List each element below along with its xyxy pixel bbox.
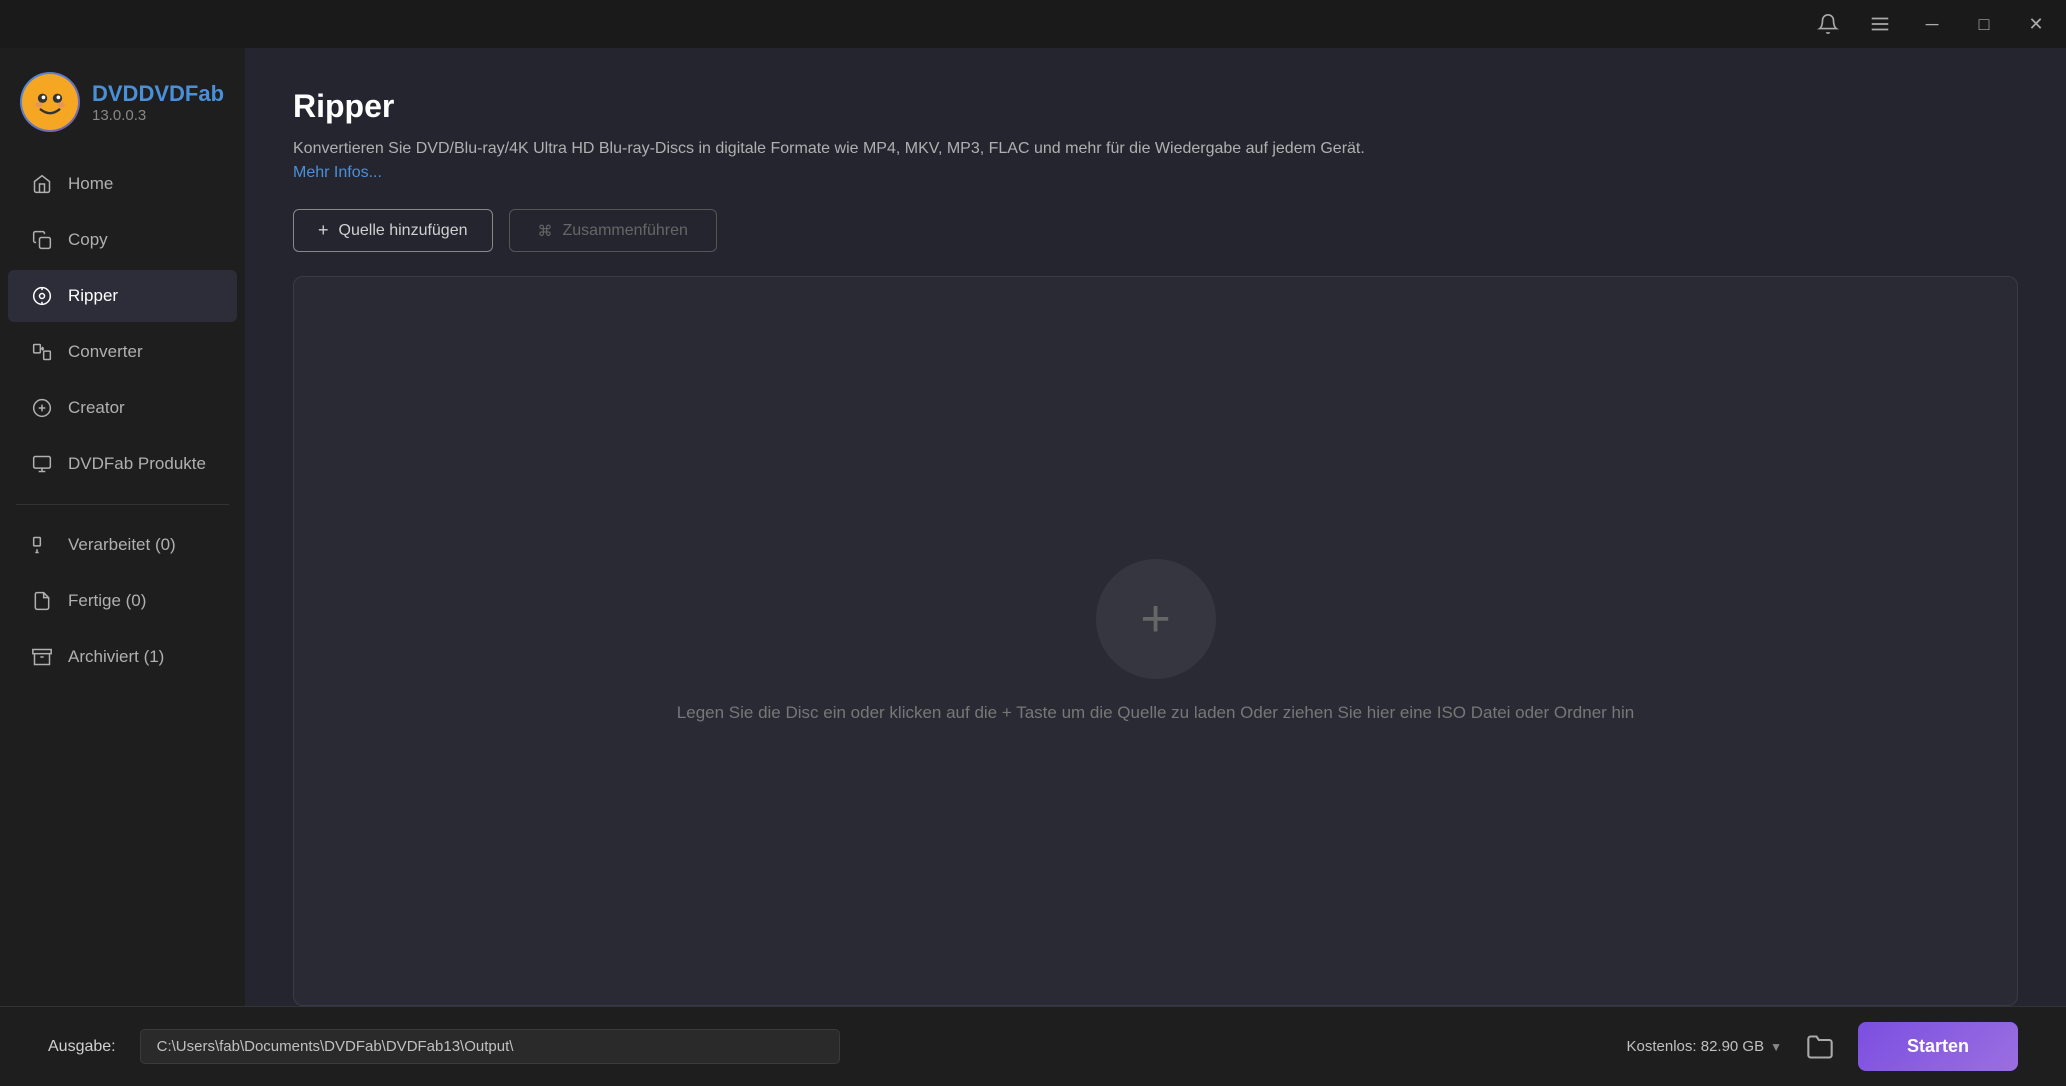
finished-icon bbox=[30, 589, 54, 613]
content-area: Ripper Konvertieren Sie DVD/Blu-ray/4K U… bbox=[245, 48, 2066, 1006]
sidebar-item-label: Ripper bbox=[68, 286, 118, 306]
merge-icon: ⌘ bbox=[538, 222, 553, 240]
titlebar: ─ □ ✕ bbox=[0, 0, 2066, 48]
sidebar-item-creator[interactable]: Creator bbox=[8, 382, 237, 434]
folder-button[interactable] bbox=[1802, 1029, 1838, 1065]
drop-plus-icon: + bbox=[1140, 593, 1170, 645]
maximize-button[interactable]: □ bbox=[1970, 10, 1998, 38]
logo-text: DVDDVDFab 13.0.0.3 bbox=[92, 81, 224, 124]
products-icon bbox=[30, 452, 54, 476]
app-logo: DVDDVDFab 13.0.0.3 bbox=[0, 56, 245, 156]
sidebar-item-converter[interactable]: Converter bbox=[8, 326, 237, 378]
sidebar-item-dvdfab-produkte[interactable]: DVDFab Produkte bbox=[8, 438, 237, 490]
drop-hint-text: Legen Sie die Disc ein oder klicken auf … bbox=[677, 703, 1634, 723]
merge-button[interactable]: ⌘ Zusammenführen bbox=[509, 209, 717, 252]
page-description: Konvertieren Sie DVD/Blu-ray/4K Ultra HD… bbox=[293, 137, 1693, 185]
add-source-circle-button[interactable]: + bbox=[1096, 559, 1216, 679]
sidebar-item-fertige[interactable]: Fertige (0) bbox=[8, 575, 237, 627]
window-controls: ─ □ ✕ bbox=[1814, 10, 2050, 38]
add-source-button[interactable]: + Quelle hinzufügen bbox=[293, 209, 493, 252]
output-label: Ausgabe: bbox=[48, 1038, 116, 1056]
sidebar: DVDDVDFab 13.0.0.3 Home bbox=[0, 48, 245, 1006]
start-button[interactable]: Starten bbox=[1858, 1022, 2018, 1071]
sidebar-item-label: Home bbox=[68, 174, 113, 194]
notification-icon[interactable] bbox=[1814, 10, 1842, 38]
brand-name: DVDDVDFab bbox=[92, 81, 224, 107]
sidebar-item-label: Converter bbox=[68, 342, 143, 362]
sidebar-item-label: DVDFab Produkte bbox=[68, 454, 206, 474]
sidebar-item-label: Creator bbox=[68, 398, 125, 418]
sidebar-item-home[interactable]: Home bbox=[8, 158, 237, 210]
menu-icon[interactable] bbox=[1866, 10, 1894, 38]
output-path[interactable]: C:\Users\fab\Documents\DVDFab\DVDFab13\O… bbox=[140, 1029, 840, 1064]
logo-avatar bbox=[20, 72, 80, 132]
action-bar: + Quelle hinzufügen ⌘ Zusammenführen bbox=[293, 209, 2018, 252]
sidebar-item-archiviert[interactable]: Archiviert (1) bbox=[8, 631, 237, 683]
archived-icon bbox=[30, 645, 54, 669]
footer-bar: Ausgabe: C:\Users\fab\Documents\DVDFab\D… bbox=[0, 1006, 2066, 1086]
sidebar-divider bbox=[16, 504, 229, 505]
sidebar-item-label: Copy bbox=[68, 230, 108, 250]
converter-icon bbox=[30, 340, 54, 364]
sidebar-item-label: Fertige (0) bbox=[68, 591, 146, 611]
sidebar-item-copy[interactable]: Copy bbox=[8, 214, 237, 266]
free-space-display: Kostenlos: 82.90 GB ▼ bbox=[1627, 1038, 1782, 1055]
caret-down-icon: ▼ bbox=[1770, 1040, 1782, 1054]
plus-icon: + bbox=[318, 220, 329, 241]
sidebar-item-verarbeitet[interactable]: Verarbeitet (0) bbox=[8, 519, 237, 571]
sidebar-item-label: Archiviert (1) bbox=[68, 647, 164, 667]
sidebar-item-ripper[interactable]: Ripper bbox=[8, 270, 237, 322]
minimize-button[interactable]: ─ bbox=[1918, 10, 1946, 38]
processing-icon bbox=[30, 533, 54, 557]
ripper-icon bbox=[30, 284, 54, 308]
copy-icon bbox=[30, 228, 54, 252]
close-button[interactable]: ✕ bbox=[2022, 10, 2050, 38]
main-layout: DVDDVDFab 13.0.0.3 Home bbox=[0, 48, 2066, 1006]
page-header: Ripper Konvertieren Sie DVD/Blu-ray/4K U… bbox=[293, 88, 2018, 185]
sidebar-bottom-nav: Verarbeitet (0) Fertige (0) bbox=[0, 517, 245, 685]
drop-zone[interactable]: + Legen Sie die Disc ein oder klicken au… bbox=[293, 276, 2018, 1006]
sidebar-nav: Home Copy bbox=[0, 156, 245, 1006]
page-title: Ripper bbox=[293, 88, 2018, 125]
sidebar-item-label: Verarbeitet (0) bbox=[68, 535, 176, 555]
creator-icon bbox=[30, 396, 54, 420]
home-icon bbox=[30, 172, 54, 196]
version-number: 13.0.0.3 bbox=[92, 107, 224, 124]
more-info-link[interactable]: Mehr Infos... bbox=[293, 164, 382, 181]
